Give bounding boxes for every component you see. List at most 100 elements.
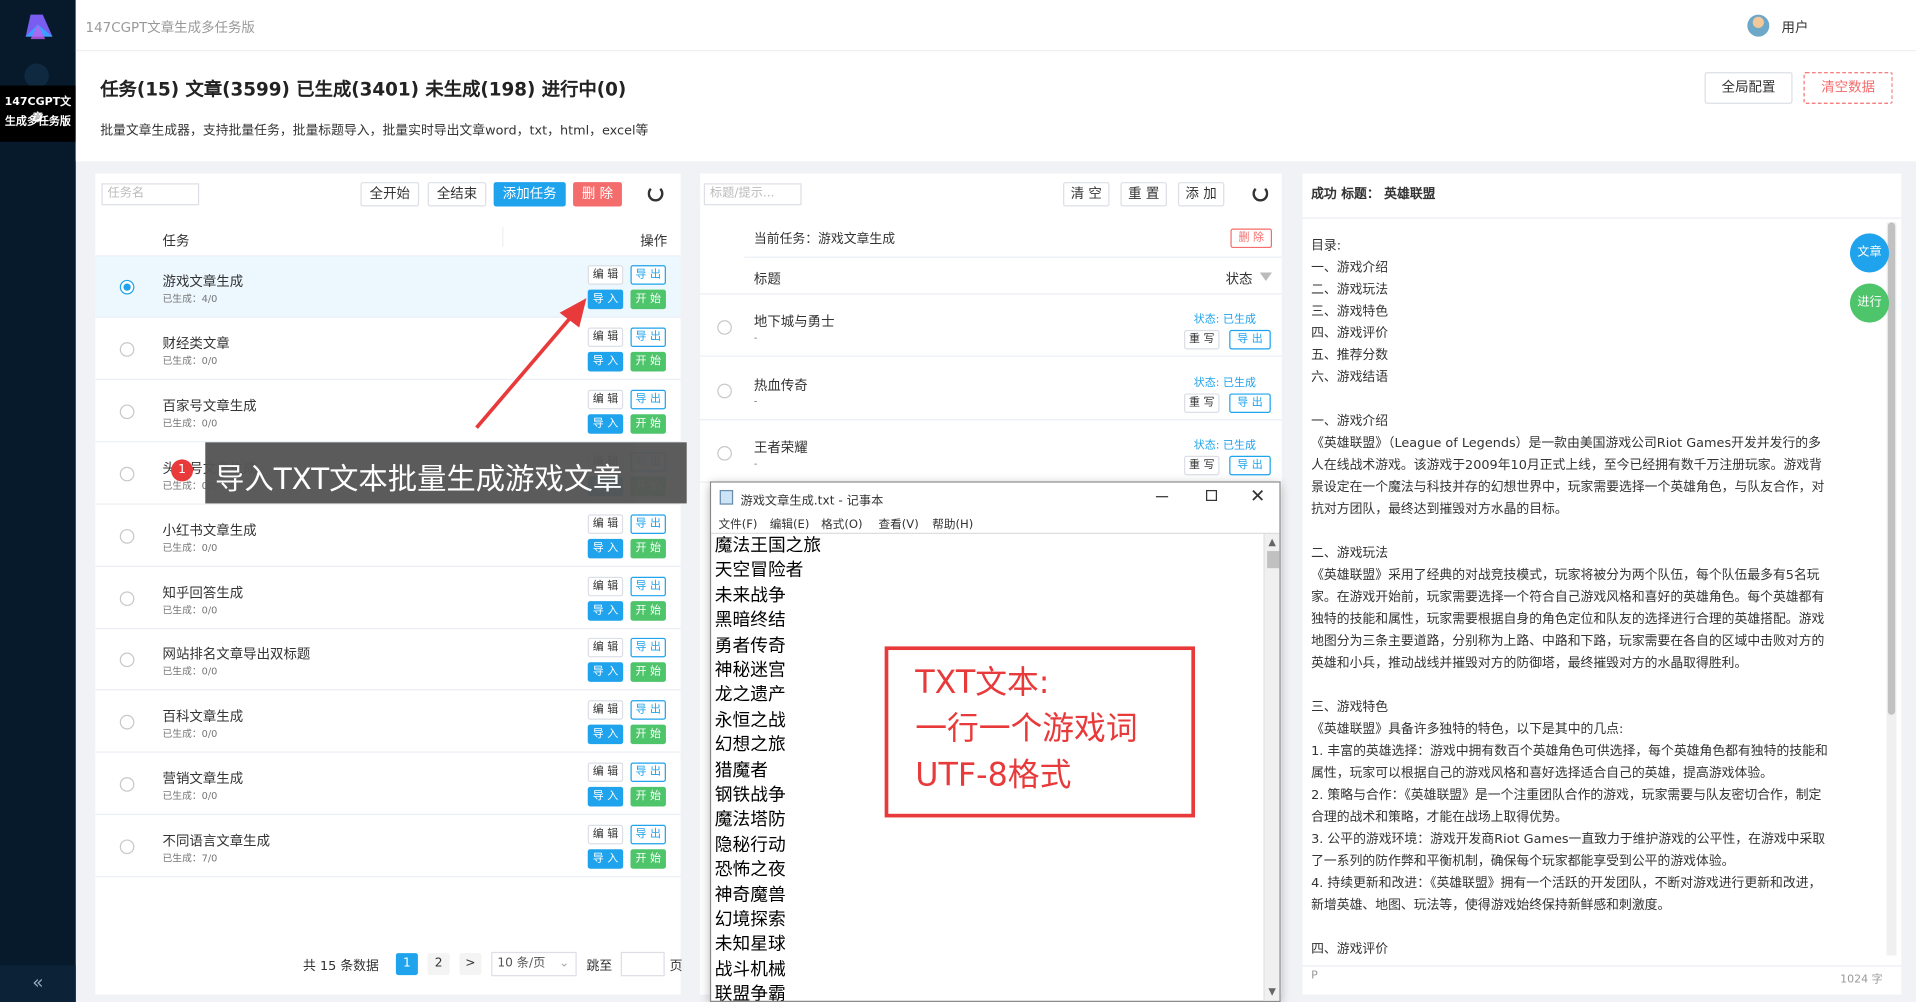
export-task-button[interactable]: 导 出	[630, 327, 666, 347]
article-fab-button[interactable]: 文章	[1849, 233, 1890, 273]
task-radio[interactable]	[119, 839, 135, 855]
delete-task-button[interactable]: 删 除	[573, 182, 622, 207]
edit-task-button[interactable]: 编 辑	[587, 513, 624, 534]
start-task-button[interactable]: 开 始	[630, 662, 666, 683]
step-badge: 1	[171, 459, 194, 482]
maximize-icon[interactable]	[1206, 489, 1218, 501]
progress-fab-button[interactable]: 进行	[1849, 283, 1890, 323]
start-task-button[interactable]: 开 始	[630, 289, 666, 310]
task-radio[interactable]	[119, 279, 135, 295]
refresh-titles-icon[interactable]	[1252, 185, 1269, 202]
task-search-input[interactable]: 任务名	[101, 183, 200, 206]
export-task-button[interactable]: 导 出	[630, 824, 666, 845]
article-scrollbar[interactable]	[1886, 222, 1897, 956]
notepad-line: 联盟争霸	[714, 985, 786, 1002]
import-task-button[interactable]: 导 入	[587, 538, 624, 558]
sidebar-active-item[interactable]: 147CGPT文章 生成多任务版	[0, 85, 76, 142]
delete-current-task-button[interactable]: 删 除	[1230, 228, 1272, 249]
task-radio[interactable]	[119, 652, 135, 668]
notepad-scrollbar[interactable]: ▲ ▼	[1263, 533, 1280, 1001]
start-task-button[interactable]: 开 始	[630, 724, 666, 745]
edit-task-button[interactable]: 编 辑	[587, 824, 624, 845]
task-radio[interactable]	[119, 466, 135, 482]
notepad-menu-item[interactable]: 格式(O)	[821, 514, 862, 531]
page-2-button[interactable]: 2	[427, 953, 450, 976]
export-task-button[interactable]: 导 出	[630, 762, 666, 783]
title-row[interactable]: 王者荣耀 - 状态: 已生成重 写导 出	[700, 420, 1282, 483]
title-radio[interactable]	[717, 383, 732, 398]
clear-data-button[interactable]: 清空数据	[1803, 72, 1893, 104]
rewrite-button[interactable]: 重 写	[1184, 455, 1220, 476]
start-task-button[interactable]: 开 始	[630, 600, 666, 621]
export-task-button[interactable]: 导 出	[630, 389, 666, 410]
import-task-button[interactable]: 导 入	[587, 787, 624, 807]
rewrite-button[interactable]: 重 写	[1184, 329, 1220, 350]
edit-task-button[interactable]: 编 辑	[587, 700, 624, 721]
export-task-button[interactable]: 导 出	[630, 700, 666, 721]
scroll-up-icon[interactable]: ▲	[1268, 536, 1276, 547]
task-radio[interactable]	[119, 341, 135, 357]
global-config-button[interactable]: 全局配置	[1704, 72, 1793, 104]
add-task-button[interactable]: 添加任务	[493, 182, 566, 207]
import-task-button[interactable]: 导 入	[587, 662, 624, 683]
notepad-menu-item[interactable]: 编辑(E)	[770, 514, 810, 531]
minimize-icon[interactable]	[1155, 496, 1169, 498]
task-radio[interactable]	[119, 715, 135, 730]
export-task-button[interactable]: 导 出	[630, 265, 666, 285]
jump-input[interactable]	[620, 951, 665, 977]
add-title-button[interactable]: 添 加	[1177, 182, 1225, 207]
end-all-button[interactable]: 全结束	[427, 182, 487, 207]
reset-titles-button[interactable]: 重 置	[1120, 182, 1167, 207]
edit-task-button[interactable]: 编 辑	[587, 265, 624, 285]
task-radio[interactable]	[119, 404, 135, 419]
start-task-button[interactable]: 开 始	[630, 849, 666, 869]
import-task-button[interactable]: 导 入	[587, 600, 624, 621]
notepad-menu-item[interactable]: 查看(V)	[879, 514, 919, 531]
refresh-icon[interactable]	[647, 185, 664, 202]
title-row[interactable]: 热血传奇 - 状态: 已生成重 写导 出	[700, 357, 1282, 420]
notepad-menu-item[interactable]: 文件(F)	[718, 514, 757, 531]
task-row[interactable]: 网站排名文章导出双标题 已生成：0/0 编 辑导 出导 入开 始	[95, 630, 681, 691]
task-row[interactable]: 知乎回答生成 已生成：0/0 编 辑导 出导 入开 始	[95, 568, 681, 629]
export-title-button[interactable]: 导 出	[1229, 455, 1271, 476]
edit-task-button[interactable]: 编 辑	[587, 576, 624, 596]
collapse-button[interactable]: «	[0, 965, 76, 1002]
import-task-button[interactable]: 导 入	[587, 849, 624, 869]
start-task-button[interactable]: 开 始	[630, 538, 666, 558]
per-page-select[interactable]: 10 条/页 ⌄	[491, 951, 577, 977]
title-search-input[interactable]: 标题/提示...	[703, 183, 802, 206]
export-task-button[interactable]: 导 出	[630, 576, 666, 596]
page-1-button[interactable]: 1	[395, 953, 418, 976]
user-name[interactable]: 用户	[1782, 17, 1809, 37]
start-all-button[interactable]: 全开始	[360, 182, 420, 207]
export-title-button[interactable]: 导 出	[1229, 392, 1271, 413]
start-task-button[interactable]: 开 始	[630, 351, 666, 372]
title-radio[interactable]	[717, 445, 732, 461]
task-row[interactable]: 营销文章生成 已生成：0/0 编 辑导 出导 入开 始	[95, 754, 681, 816]
clear-titles-button[interactable]: 清 空	[1063, 182, 1110, 207]
task-row[interactable]: 小红书文章生成 已生成：0/0 编 辑导 出导 入开 始	[95, 505, 681, 567]
task-radio[interactable]	[119, 528, 135, 544]
scroll-down-icon[interactable]: ▼	[1268, 986, 1276, 997]
title-row[interactable]: 地下城与勇士 - 状态: 已生成重 写导 出	[700, 294, 1282, 357]
task-radio[interactable]	[119, 590, 135, 606]
task-radio[interactable]	[119, 777, 135, 793]
task-row[interactable]: 不同语言文章生成 已生成：7/0 编 辑导 出导 入开 始	[95, 816, 681, 878]
title-radio[interactable]	[717, 320, 732, 335]
edit-task-button[interactable]: 编 辑	[587, 762, 624, 783]
filter-icon[interactable]	[1259, 272, 1272, 282]
edit-task-button[interactable]: 编 辑	[587, 638, 624, 658]
import-task-button[interactable]: 导 入	[587, 724, 624, 745]
next-page-button[interactable]: >	[459, 953, 482, 976]
export-task-button[interactable]: 导 出	[630, 638, 666, 658]
start-task-button[interactable]: 开 始	[630, 787, 666, 807]
start-task-button[interactable]: 开 始	[630, 413, 666, 434]
close-icon[interactable]: ✕	[1250, 485, 1265, 507]
export-task-button[interactable]: 导 出	[630, 513, 666, 534]
task-row[interactable]: 百科文章生成 已生成：0/0 编 辑导 出导 入开 始	[95, 692, 681, 754]
user-avatar[interactable]	[1747, 14, 1770, 37]
notepad-menu-item[interactable]: 帮助(H)	[932, 514, 973, 531]
article-line: 二、游戏玩法	[1311, 546, 1389, 561]
rewrite-button[interactable]: 重 写	[1184, 392, 1220, 413]
export-title-button[interactable]: 导 出	[1229, 329, 1271, 350]
